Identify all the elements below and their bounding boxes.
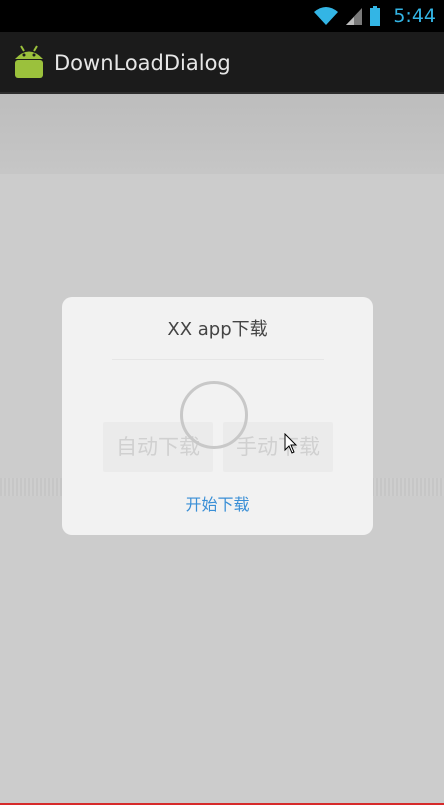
loading-spinner [180,381,248,449]
content-shade [0,94,444,174]
signal-icon [346,8,363,25]
clock: 5:44 [393,5,436,27]
battery-icon [370,6,381,26]
wifi-icon [314,7,339,25]
status-icons: 5:44 [313,0,436,32]
action-bar: DownLoadDialog [0,32,444,94]
app-title: DownLoadDialog [54,51,231,75]
mouse-cursor-icon [284,433,298,454]
start-download-button[interactable]: 开始下载 [62,491,373,515]
dialog-divider [112,359,324,360]
status-bar: 5:44 [0,0,444,32]
dialog-title: XX app下载 [167,319,268,340]
download-dialog: XX app下载 自动下载 手动下载 开始下载 [62,297,373,535]
android-app-icon [15,45,43,78]
